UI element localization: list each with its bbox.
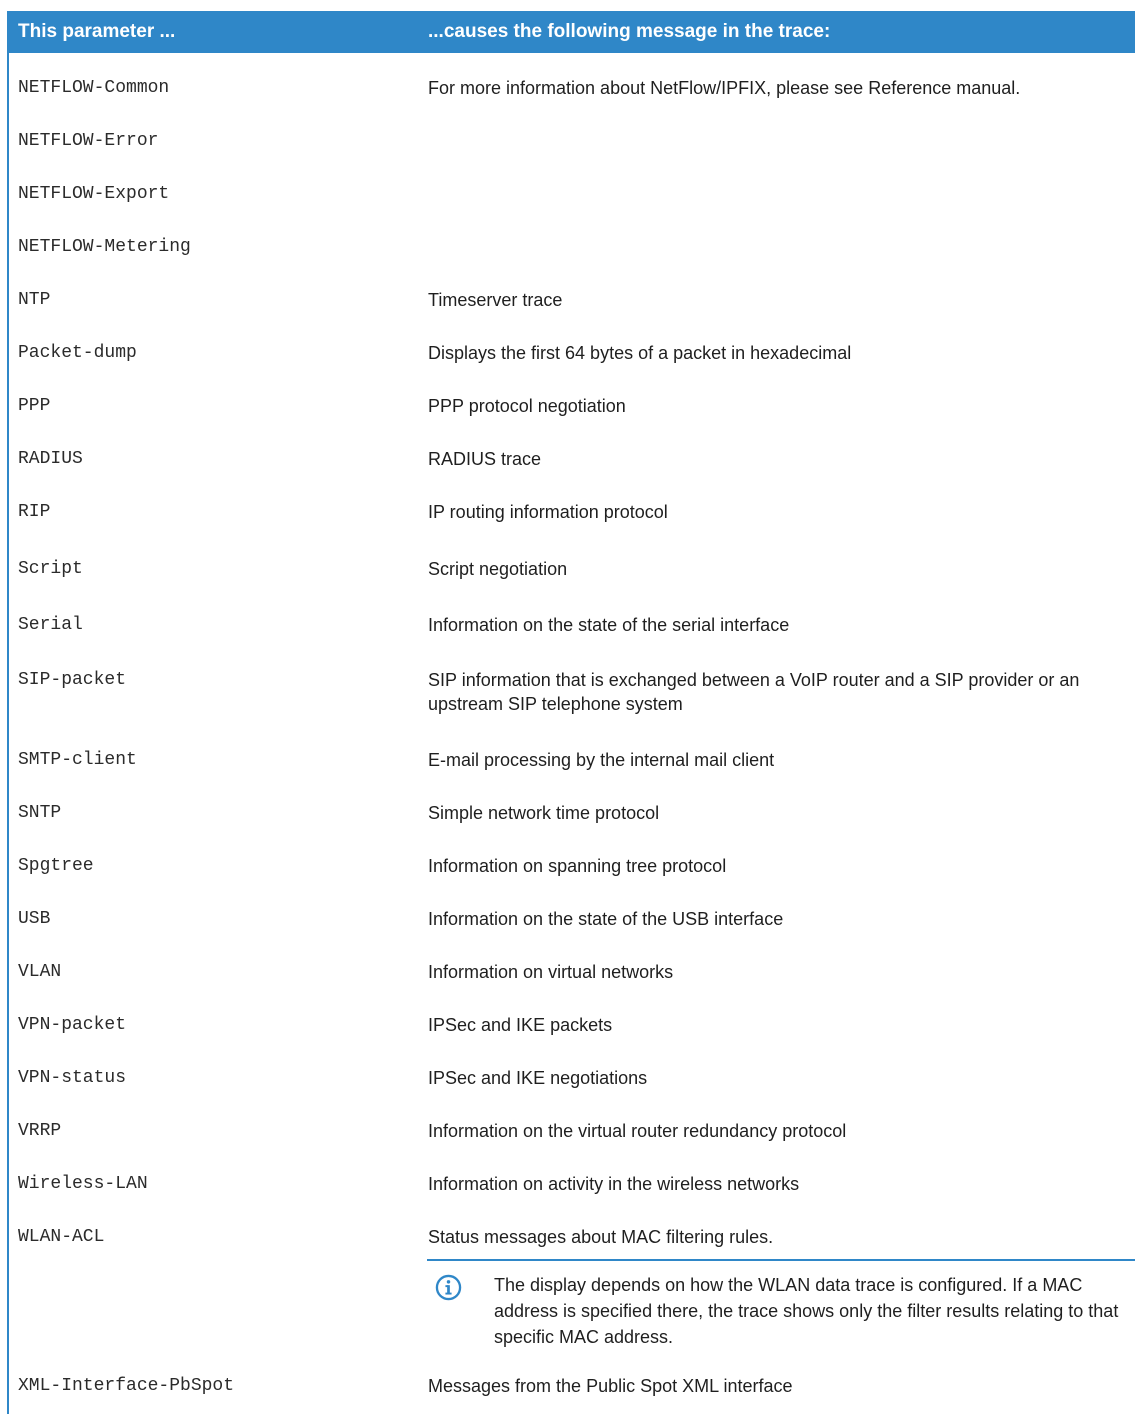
param-cell: VPN-packet [18,1015,127,1035]
parameter-table: This parameter ... ...causes the followi… [0,0,1135,1414]
param-cell: VPN-status [18,1068,127,1088]
message-cell: Simple network time protocol [428,803,660,823]
param-cell: Spgtree [18,856,94,876]
message-cell: IP routing information protocol [428,502,668,522]
message-cell: PPP protocol negotiation [428,396,626,416]
message-cell: Script negotiation [428,559,568,579]
param-cell: VLAN [18,962,62,982]
param-cell: SMTP-client [18,750,137,770]
param-cell: SIP-packet [18,670,127,690]
table-header: This parameter ... ...causes the followi… [8,11,1135,53]
param-cell: RIP [18,502,51,522]
param-cell: Packet-dump [18,343,137,363]
message-cell: Information on spanning tree protocol [428,856,727,876]
header-message: ...causes the following message in the t… [428,21,831,42]
param-cell: RADIUS [18,449,83,469]
param-cell: NETFLOW-Common [18,78,170,98]
message-cell: Timeserver trace [428,290,563,310]
message-cell: SIP information that is exchanged betwee… [428,670,1080,714]
message-cell: Information on the state of the serial i… [428,615,790,635]
message-cell: IPSec and IKE packets [428,1015,613,1035]
message-cell: RADIUS trace [428,449,542,469]
param-cell: NETFLOW-Metering [18,237,191,257]
message-cell: Status messages about MAC filtering rule… [428,1227,774,1247]
message-cell: For more information about NetFlow/IPFIX… [428,78,1021,98]
message-cell: E-mail processing by the internal mail c… [428,750,775,770]
param-cell: PPP [18,396,51,416]
param-cell: NETFLOW-Export [18,184,170,204]
param-cell: NETFLOW-Error [18,131,159,151]
message-cell: Information on virtual networks [428,962,674,982]
note-separator [427,1259,1135,1261]
message-cell: IPSec and IKE negotiations [428,1068,648,1088]
param-cell: XML-Interface-PbSpot [18,1376,235,1396]
param-cell: WLAN-ACL [18,1227,105,1247]
header-parameter: This parameter ... [18,21,176,42]
message-cell: Information on the virtual router redund… [428,1121,847,1141]
param-cell: VRRP [18,1121,62,1141]
message-cell: Information on the state of the USB inte… [428,909,784,929]
note-text: The display depends on how the WLAN data… [494,1275,1119,1347]
param-cell: Script [18,559,83,579]
param-cell: Serial [18,615,83,635]
param-cell: Wireless-LAN [18,1174,148,1194]
param-cell: SNTP [18,803,62,823]
param-cell: USB [18,909,51,929]
message-cell: Messages from the Public Spot XML interf… [428,1376,793,1396]
message-cell: Information on activity in the wireless … [428,1174,800,1194]
param-cell: NTP [18,290,51,310]
message-cell: Displays the first 64 bytes of a packet … [428,343,852,363]
table-left-border [7,11,9,1414]
info-icon [435,1274,462,1301]
